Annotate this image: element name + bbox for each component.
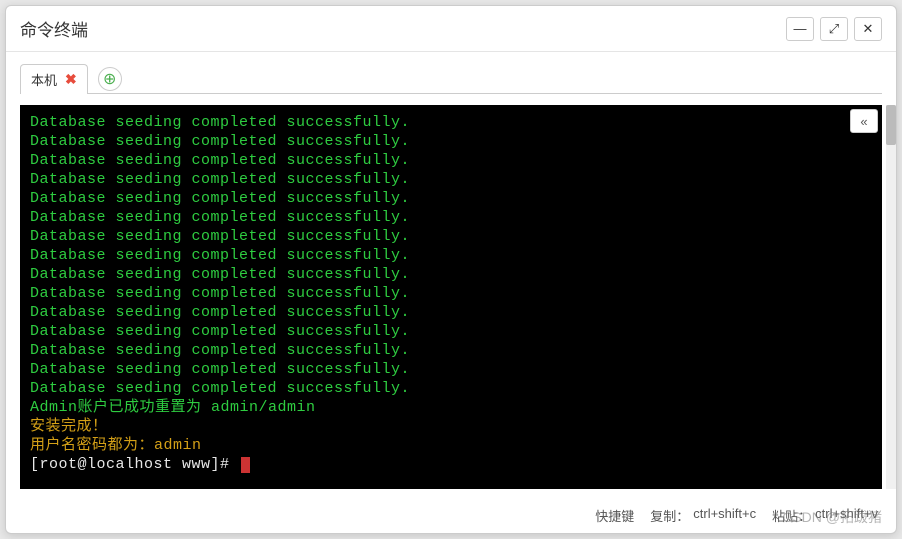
add-tab-button[interactable]: ⊕: [98, 67, 122, 91]
install-done-line: 安装完成！: [30, 418, 108, 435]
seed-line: Database seeding completed successfully.: [30, 380, 410, 397]
admin-reset-line: Admin账户已成功重置为 admin/admin: [30, 399, 316, 416]
seed-line: Database seeding completed successfully.: [30, 114, 410, 131]
seed-line: Database seeding completed successfully.: [30, 342, 410, 359]
titlebar: 命令终端 — ⤢ ✕: [6, 6, 896, 52]
paste-label: 粘贴：: [772, 506, 811, 525]
close-button[interactable]: ✕: [854, 17, 882, 41]
copy-shortcut: 复制： ctrl+shift+c: [650, 506, 756, 525]
terminal-output[interactable]: Database seeding completed successfully.…: [20, 105, 882, 489]
creds-line: 用户名密码都为：admin: [30, 437, 202, 454]
scrollbar-vertical[interactable]: [886, 105, 896, 489]
scrollbar-thumb[interactable]: [886, 105, 896, 145]
window-controls: — ⤢ ✕: [786, 17, 882, 41]
seed-line: Database seeding completed successfully.: [30, 171, 410, 188]
tabbar: 本机 ✖ ⊕: [6, 52, 896, 94]
maximize-button[interactable]: ⤢: [820, 17, 848, 41]
seed-line: Database seeding completed successfully.: [30, 304, 410, 321]
tab-local[interactable]: 本机 ✖: [20, 64, 88, 94]
seed-line: Database seeding completed successfully.: [30, 361, 410, 378]
cursor-icon: [241, 457, 250, 473]
seed-line: Database seeding completed successfully.: [30, 266, 410, 283]
seed-line: Database seeding completed successfully.: [30, 209, 410, 226]
seed-line: Database seeding completed successfully.: [30, 190, 410, 207]
copy-key: ctrl+shift+c: [693, 506, 756, 525]
seed-line: Database seeding completed successfully.: [30, 323, 410, 340]
seed-line: Database seeding completed successfully.: [30, 285, 410, 302]
paste-shortcut: 粘贴： ctrl+shift+v: [772, 506, 878, 525]
seed-line: Database seeding completed successfully.: [30, 133, 410, 150]
seed-line: Database seeding completed successfully.: [30, 247, 410, 264]
copy-label: 复制：: [650, 506, 689, 525]
plus-icon: ⊕: [103, 69, 116, 89]
shortcut-label: 快捷键: [595, 506, 634, 525]
tab-divider: [20, 93, 882, 94]
terminal-container: Database seeding completed successfully.…: [20, 105, 882, 500]
tab-label: 本机: [31, 70, 57, 89]
terminal-window: 命令终端 — ⤢ ✕ 本机 ✖ ⊕ Database seeding compl…: [5, 5, 897, 534]
paste-key: ctrl+shift+v: [815, 506, 878, 525]
shell-prompt: [root@localhost www]#: [30, 456, 239, 473]
seed-line: Database seeding completed successfully.: [30, 152, 410, 169]
minimize-button[interactable]: —: [786, 17, 814, 41]
close-tab-icon[interactable]: ✖: [65, 71, 77, 88]
seed-line: Database seeding completed successfully.: [30, 228, 410, 245]
statusbar: 快捷键 复制： ctrl+shift+c 粘贴： ctrl+shift+v: [6, 500, 896, 533]
window-title: 命令终端: [20, 16, 88, 41]
collapse-panel-button[interactable]: «: [850, 109, 878, 133]
